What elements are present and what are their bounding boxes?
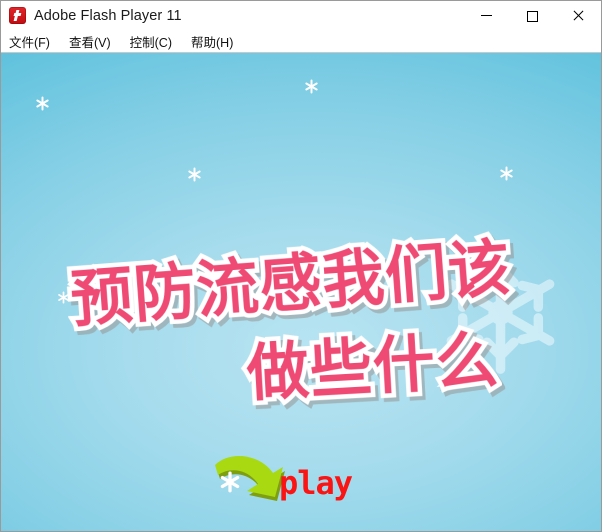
minimize-icon [480,10,492,21]
headline-line-2: 做些什么 [240,318,505,414]
snowflake-icon [304,79,319,94]
snowflake-icon [219,471,241,493]
menu-control[interactable]: 控制(C) [130,32,181,51]
window-title: Adobe Flash Player 11 [34,7,182,24]
snowflake-icon [57,291,70,304]
flash-player-window: Adobe Flash Player 11 文件(F) 查看(V) 控制(C) … [0,0,602,532]
menu-view[interactable]: 查看(V) [69,32,120,51]
close-icon [573,10,584,21]
play-label: play [279,464,353,502]
snowflake-icon [187,167,202,182]
flash-app-icon [9,7,26,24]
maximize-icon [527,10,538,22]
play-button[interactable]: play [209,449,389,519]
menu-bar: 文件(F) 查看(V) 控制(C) 帮助(H) [1,30,601,52]
close-button[interactable] [555,1,601,30]
title-bar: Adobe Flash Player 11 [1,1,601,30]
background-snowflake-icon [433,245,568,380]
snowflake-icon [499,166,514,181]
headline: 预防流感我们该 做些什么 [1,226,601,414]
window-controls [463,1,601,30]
maximize-button[interactable] [509,1,555,30]
minimize-button[interactable] [463,1,509,30]
menu-help[interactable]: 帮助(H) [191,32,242,51]
flash-stage[interactable]: 预防流感我们该 做些什么 play [1,52,601,531]
menu-file[interactable]: 文件(F) [9,32,59,51]
headline-line-1: 预防流感我们该 [64,226,518,340]
snowflake-icon [35,96,50,111]
